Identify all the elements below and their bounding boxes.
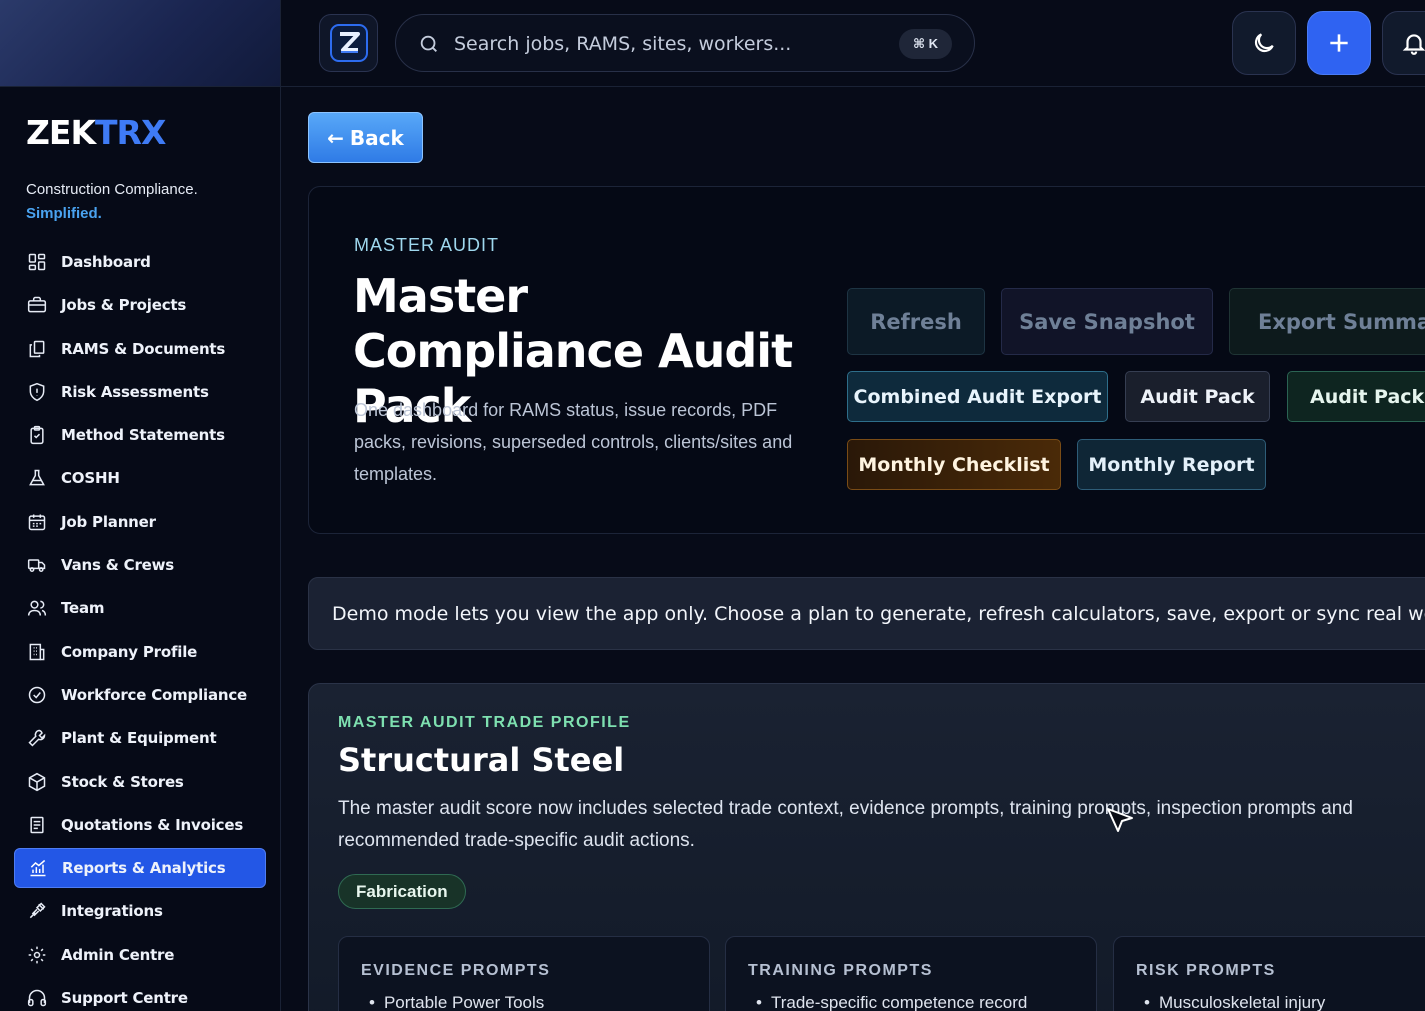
- sidebar-item-team[interactable]: Team: [14, 588, 266, 628]
- mouse-cursor-icon: [1107, 808, 1133, 832]
- sidebar-item-risk[interactable]: Risk Assessments: [14, 372, 266, 412]
- shield-icon: [29, 382, 45, 402]
- plug-icon: [29, 902, 46, 919]
- sidebar-item-rams[interactable]: RAMS & Documents: [14, 329, 266, 369]
- brand-logo[interactable]: ZEKTRX: [26, 113, 166, 152]
- evidence-prompts-card: EVIDENCE PROMPTS Portable Power Tools: [338, 936, 710, 1011]
- calendar-icon: [28, 514, 46, 531]
- trade-tag[interactable]: Fabrication: [338, 874, 466, 909]
- refresh-button[interactable]: Refresh: [847, 288, 985, 355]
- sidebar-item-vans[interactable]: Vans & Crews: [14, 545, 266, 585]
- trade-title: Structural Steel: [338, 741, 625, 779]
- sidebar-header-bg: [0, 0, 280, 87]
- training-prompts-card: TRAINING PROMPTS Trade-specific competen…: [725, 936, 1097, 1011]
- gear-icon: [28, 946, 46, 964]
- master-audit-panel: MASTER AUDIT Master Compliance Audit Pac…: [308, 186, 1425, 534]
- sidebar-item-support[interactable]: Support Centre: [14, 978, 266, 1011]
- top-bar: ⌘ K: [281, 0, 1425, 87]
- sidebar-item-company[interactable]: Company Profile: [14, 632, 266, 672]
- card-title: EVIDENCE PROMPTS: [361, 962, 551, 979]
- list-item: Trade-specific competence record: [756, 993, 1027, 1011]
- bell-icon: [1402, 34, 1425, 55]
- truck-icon: [27, 559, 46, 573]
- documents-icon: [29, 340, 45, 357]
- add-button[interactable]: [1307, 11, 1371, 75]
- card-title: TRAINING PROMPTS: [748, 962, 933, 979]
- list-item: Musculoskeletal injury: [1144, 993, 1325, 1011]
- list-item: Portable Power Tools: [369, 993, 544, 1011]
- sidebar-item-dashboard[interactable]: Dashboard: [14, 242, 266, 282]
- sidebar-item-reports[interactable]: Reports & Analytics: [14, 848, 266, 889]
- combined-audit-export-button[interactable]: Combined Audit Export: [847, 371, 1108, 422]
- sidebar-item-integrations[interactable]: Integrations: [14, 891, 266, 931]
- check-circle-icon: [28, 686, 46, 704]
- card-title: RISK PROMPTS: [1136, 962, 1276, 979]
- sidebar-item-plant[interactable]: Plant & Equipment: [14, 718, 266, 758]
- tagline-text: Construction Compliance.: [26, 181, 198, 198]
- demo-mode-banner: Demo mode lets you view the app only. Ch…: [308, 577, 1425, 650]
- plus-icon: [1330, 34, 1348, 52]
- trade-description: The master audit score now includes sele…: [338, 798, 1353, 851]
- back-button[interactable]: ← Back: [308, 112, 423, 163]
- sidebar-item-coshh[interactable]: COSHH: [14, 458, 266, 498]
- invoice-icon: [30, 816, 44, 834]
- tagline-accent: Simplified.: [26, 205, 102, 222]
- flask-icon: [29, 470, 45, 486]
- z-logo-icon: [329, 24, 368, 62]
- box-icon: [28, 772, 46, 791]
- audit-pack-r-button[interactable]: Audit Pack R: [1287, 371, 1425, 422]
- search-input[interactable]: [454, 25, 874, 63]
- chart-icon: [30, 860, 46, 877]
- monthly-checklist-button[interactable]: Monthly Checklist: [847, 439, 1061, 490]
- arrow-left-icon: ←: [327, 125, 344, 150]
- sidebar-item-workforce[interactable]: Workforce Compliance: [14, 675, 266, 715]
- theme-toggle-button[interactable]: [1232, 11, 1296, 75]
- wrench-icon: [28, 730, 46, 747]
- save-snapshot-button[interactable]: Save Snapshot: [1001, 288, 1213, 355]
- search-bar[interactable]: ⌘ K: [395, 14, 975, 72]
- sidebar-item-jobs[interactable]: Jobs & Projects: [14, 285, 266, 325]
- risk-prompts-card: RISK PROMPTS Musculoskeletal injury: [1113, 936, 1425, 1011]
- sidebar-item-admin[interactable]: Admin Centre: [14, 935, 266, 975]
- trade-profile-panel: MASTER AUDIT TRADE PROFILE Structural St…: [308, 683, 1425, 1011]
- sidebar-item-method[interactable]: Method Statements: [14, 415, 266, 455]
- export-summary-button[interactable]: Export Summary: [1229, 288, 1425, 355]
- sidebar-item-quotations[interactable]: Quotations & Invoices: [14, 805, 266, 845]
- clipboard-icon: [30, 426, 44, 445]
- hero-eyebrow: MASTER AUDIT: [354, 235, 500, 255]
- search-icon: [420, 35, 437, 52]
- sidebar-item-stock[interactable]: Stock & Stores: [14, 762, 266, 802]
- audit-pack-button[interactable]: Audit Pack: [1125, 371, 1270, 422]
- moon-icon: [1254, 33, 1274, 53]
- trade-eyebrow: MASTER AUDIT TRADE PROFILE: [338, 714, 631, 731]
- users-icon: [27, 600, 47, 616]
- shortcut-badge: ⌘ K: [898, 29, 952, 59]
- building-icon: [29, 643, 45, 660]
- sidebar-nav: Dashboard Jobs & Projects RAMS & Documen…: [14, 242, 266, 1011]
- dashboard-icon: [28, 253, 46, 271]
- hero-description: One dashboard for RAMS status, issue rec…: [354, 400, 793, 484]
- sidebar-item-planner[interactable]: Job Planner: [14, 502, 266, 542]
- monthly-report-button[interactable]: Monthly Report: [1077, 439, 1266, 490]
- notifications-button[interactable]: [1382, 11, 1425, 75]
- headphones-icon: [27, 989, 47, 1007]
- app-logo-button[interactable]: [319, 14, 378, 72]
- sidebar: ZEKTRX Construction Compliance. Simplifi…: [0, 0, 281, 1011]
- briefcase-icon: [27, 297, 47, 313]
- brand-tagline: Construction Compliance. Simplified.: [26, 178, 198, 226]
